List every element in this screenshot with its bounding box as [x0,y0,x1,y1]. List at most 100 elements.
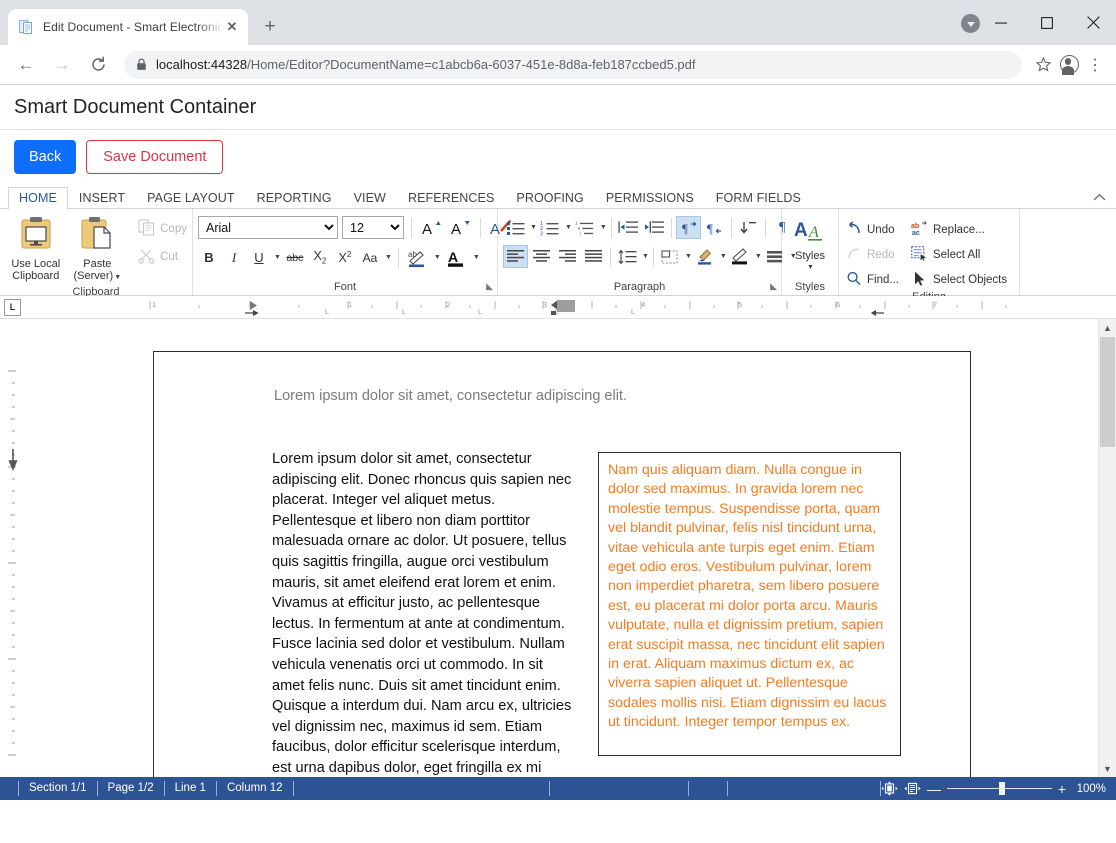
reload-icon[interactable] [83,50,113,80]
underline-chevron-down-icon[interactable]: ▼ [274,254,281,261]
minimize-window-button[interactable] [978,0,1024,45]
forward-navigation-icon[interactable]: → [47,50,77,80]
highlight-chevron-down-icon[interactable]: ▼ [434,254,441,261]
font-color-icon[interactable]: A [444,246,469,269]
subscript-icon[interactable]: X2 [309,247,331,269]
document-page[interactable]: Lorem ipsum dolor sit amet, consectetur … [153,351,971,777]
zoom-slider[interactable] [946,781,1052,796]
vertical-scrollbar[interactable]: ▲ ▼ [1098,319,1116,777]
tab-proofing[interactable]: PROOFING [505,187,594,209]
tab-insert[interactable]: INSERT [68,187,136,209]
browser-menu-icon[interactable]: ⋮ [1082,52,1108,78]
pen-chevron-down-icon[interactable]: ▼ [755,253,762,260]
strikethrough-icon[interactable]: abc [284,247,306,269]
document-page-host[interactable]: Lorem ipsum dolor sit amet, consectetur … [22,319,1098,777]
document-text-box[interactable]: Nam quis aliquam diam. Nulla congue in d… [598,452,901,756]
align-left-icon[interactable] [503,245,528,268]
collapse-ribbon-icon[interactable] [1093,191,1106,205]
borders-icon[interactable] [658,245,683,268]
select-objects-button[interactable]: Select Objects [911,271,1007,289]
pen-style-icon[interactable] [728,245,753,268]
url-bar[interactable]: localhost:44328/Home/Editor?DocumentName… [124,50,1022,79]
maximize-window-button[interactable] [1024,0,1070,45]
paragraph-dialog-launcher-icon[interactable]: ◣ [770,278,777,294]
justify-icon[interactable] [581,245,606,268]
bookmark-star-icon[interactable] [1030,52,1056,78]
redo-button[interactable]: Redo [846,246,899,264]
back-button[interactable]: Back [14,139,77,175]
close-tab-icon[interactable]: ✕ [224,19,240,35]
tab-form-fields[interactable]: FORM FIELDS [705,187,812,209]
tab-reporting[interactable]: REPORTING [246,187,343,209]
increase-indent-icon[interactable] [642,216,667,239]
zoom-out-button[interactable]: — [927,782,941,796]
new-tab-button[interactable]: + [256,13,284,41]
close-window-button[interactable] [1070,0,1116,45]
change-case-icon[interactable]: Aa [359,247,381,269]
paste-server-button[interactable]: Paste (Server)▼ [67,213,129,284]
text-highlight-icon[interactable]: ab [405,246,430,269]
save-document-button[interactable]: Save Document [86,139,224,175]
align-center-icon[interactable] [529,245,554,268]
svg-text:¶: ¶ [682,221,688,236]
shading-chevron-down-icon[interactable]: ▼ [720,253,727,260]
horizontal-ruler-marks: 112 345 67 LLL LL [149,300,1007,316]
replace-button[interactable]: ab ac Replace... [911,221,1007,239]
bold-icon[interactable]: B [198,247,220,269]
multilevel-chevron-down-icon[interactable]: ▼ [600,224,607,231]
shrink-font-icon[interactable]: A [448,216,473,239]
change-case-chevron-down-icon[interactable]: ▼ [385,254,392,261]
copy-button[interactable]: Copy [138,219,187,239]
find-button[interactable]: Find... [846,271,899,289]
scrollbar-thumb[interactable] [1100,337,1115,447]
sort-icon[interactable] [736,216,761,239]
font-family-select[interactable]: Arial [198,216,338,239]
underline-icon[interactable]: U [248,247,270,269]
styles-button[interactable]: A A Styles ▼ [787,213,833,274]
undo-button[interactable]: Undo [846,221,899,239]
scroll-up-icon[interactable]: ▲ [1099,319,1116,336]
align-right-icon[interactable] [555,245,580,268]
use-local-clipboard-button[interactable]: Use Local Clipboard [5,213,67,282]
zoom-slider-thumb[interactable] [998,782,1005,795]
cut-button[interactable]: Cut [138,247,187,267]
select-all-button[interactable]: Select All [911,246,1007,264]
shading-icon[interactable] [693,245,718,268]
browser-tab[interactable]: Edit Document - Smart Electronic ✕ [8,9,248,45]
line-spacing-icon[interactable] [615,245,640,268]
right-to-left-text-icon[interactable]: ¶ [702,216,727,239]
document-heading: Lorem ipsum dolor sit amet, consectetur … [274,388,627,404]
borders-chevron-down-icon[interactable]: ▼ [685,253,692,260]
font-size-select[interactable]: 12 [342,216,404,239]
web-layout-view-icon[interactable] [904,781,921,796]
bullet-chevron-down-icon[interactable]: ▼ [530,224,537,231]
vertical-ruler[interactable] [0,319,22,777]
decrease-indent-icon[interactable] [616,216,641,239]
profile-avatar-icon[interactable] [1056,52,1082,78]
print-layout-view-icon[interactable] [881,781,898,796]
numbered-list-icon[interactable]: 123 [538,216,563,239]
left-to-right-text-icon[interactable]: ¶ [675,216,701,239]
grow-font-icon[interactable]: A [419,216,444,239]
lock-icon [136,58,147,71]
styles-group-label: Styles [795,281,825,293]
scroll-down-icon[interactable]: ▼ [1099,760,1116,777]
tab-home[interactable]: HOME [8,187,68,209]
font-color-chevron-down-icon[interactable]: ▼ [473,254,480,261]
tab-view[interactable]: VIEW [343,187,397,209]
bullet-list-icon[interactable] [503,216,528,239]
back-navigation-icon[interactable]: ← [11,50,41,80]
superscript-icon[interactable]: X2 [334,247,356,269]
line-spacing-chevron-down-icon[interactable]: ▼ [642,253,649,260]
zoom-in-button[interactable]: + [1058,782,1066,796]
document-editor-area[interactable]: Lorem ipsum dolor sit amet, consectetur … [0,319,1116,777]
numbering-chevron-down-icon[interactable]: ▼ [565,224,572,231]
tab-page-layout[interactable]: PAGE LAYOUT [136,187,245,209]
font-dialog-launcher-icon[interactable]: ◣ [486,278,493,294]
styles-chevron-down-icon[interactable]: ▼ [807,262,814,274]
multilevel-list-icon[interactable]: 1ai [573,216,598,239]
horizontal-ruler[interactable]: L 112 345 67 LLL LL [0,296,1116,319]
tab-permissions[interactable]: PERMISSIONS [595,187,705,209]
italic-icon[interactable]: I [223,247,245,269]
tab-references[interactable]: REFERENCES [397,187,505,209]
